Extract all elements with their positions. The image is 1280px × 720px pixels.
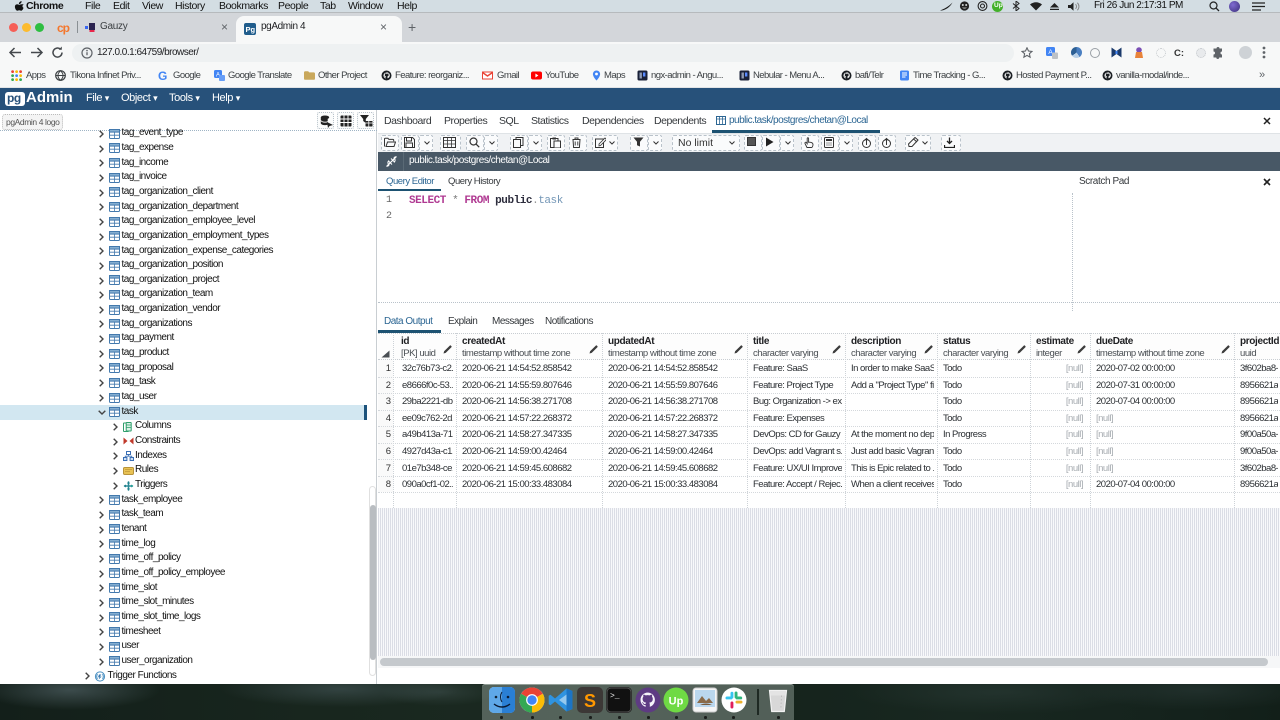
- svg-text:Up: Up: [669, 696, 684, 708]
- svg-text:>_: >_: [610, 692, 620, 701]
- svg-text:S: S: [584, 691, 596, 711]
